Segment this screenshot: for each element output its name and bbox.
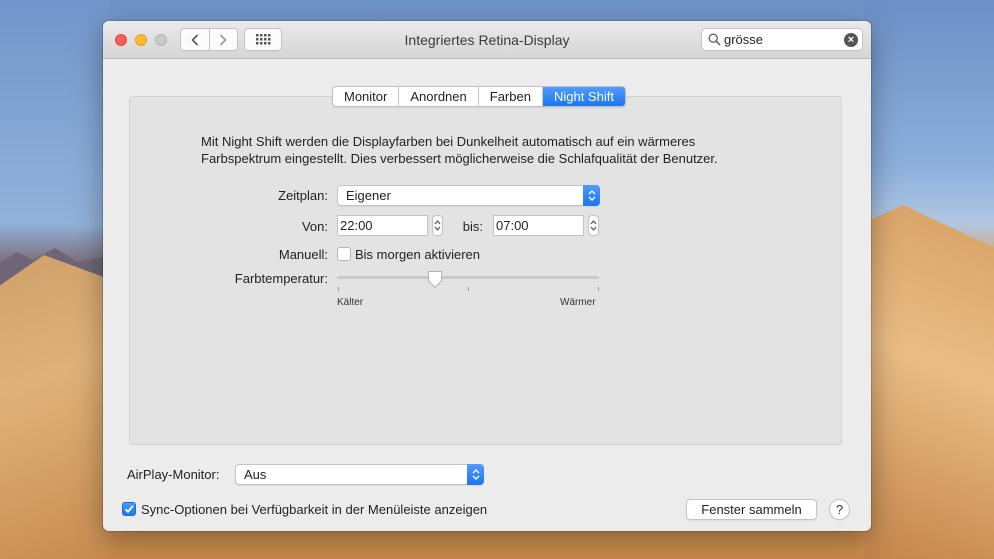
schedule-value: Eigener bbox=[346, 188, 391, 203]
to-label: bis: bbox=[462, 219, 483, 234]
sync-options-checkbox[interactable] bbox=[122, 502, 136, 516]
popup-arrows-icon bbox=[583, 185, 600, 206]
sync-options-label[interactable]: Sync-Optionen bei Verfügbarkeit in der M… bbox=[141, 502, 487, 517]
slider-tick bbox=[468, 287, 469, 291]
tab-monitor[interactable]: Monitor bbox=[333, 87, 398, 106]
help-button[interactable]: ? bbox=[829, 499, 850, 520]
from-label: Von: bbox=[301, 219, 328, 234]
desktop-dune-right bbox=[864, 205, 994, 559]
airplay-value: Aus bbox=[244, 467, 267, 482]
manual-checkbox-label[interactable]: Bis morgen aktivieren bbox=[355, 247, 480, 262]
from-time-field[interactable]: 22:00 bbox=[337, 215, 428, 236]
popup-arrows-icon bbox=[467, 464, 484, 485]
title-bar: Integriertes Retina-Display × bbox=[103, 21, 871, 59]
tab-bar: Monitor Anordnen Farben Night Shift bbox=[332, 86, 626, 107]
schedule-popup[interactable]: Eigener bbox=[337, 185, 600, 206]
clear-search-icon[interactable]: × bbox=[844, 33, 858, 47]
to-time-field[interactable]: 07:00 bbox=[493, 215, 584, 236]
tab-anordnen[interactable]: Anordnen bbox=[398, 87, 477, 106]
slider-tick bbox=[338, 287, 339, 291]
stepper-arrows-icon bbox=[434, 220, 441, 231]
to-time-stepper[interactable] bbox=[588, 215, 599, 236]
desktop-dune-left bbox=[0, 255, 110, 559]
temperature-slider-track[interactable] bbox=[337, 276, 599, 279]
warmer-label: Wärmer bbox=[560, 297, 596, 308]
checkmark-icon bbox=[124, 505, 134, 514]
gather-windows-button[interactable]: Fenster sammeln bbox=[686, 499, 817, 520]
preferences-window: Integriertes Retina-Display × Monitor An… bbox=[103, 21, 871, 531]
search-input[interactable] bbox=[724, 31, 842, 48]
search-icon bbox=[708, 33, 721, 46]
night-shift-description: Mit Night Shift werden die Displayfarben… bbox=[201, 134, 718, 166]
schedule-label: Zeitplan: bbox=[278, 188, 328, 203]
slider-tick bbox=[598, 287, 599, 291]
airplay-popup[interactable]: Aus bbox=[235, 464, 484, 485]
from-time-stepper[interactable] bbox=[432, 215, 443, 236]
tab-farben[interactable]: Farben bbox=[477, 87, 542, 106]
temperature-slider-thumb[interactable] bbox=[427, 270, 443, 289]
cooler-label: Kälter bbox=[337, 297, 364, 308]
tab-night-shift[interactable]: Night Shift bbox=[541, 87, 625, 106]
manual-label: Manuell: bbox=[278, 247, 328, 262]
stepper-arrows-icon bbox=[590, 220, 597, 231]
temperature-label: Farbtemperatur: bbox=[234, 271, 328, 286]
manual-checkbox[interactable] bbox=[337, 247, 351, 261]
search-field[interactable]: × bbox=[701, 28, 863, 51]
airplay-label: AirPlay-Monitor: bbox=[127, 467, 220, 482]
